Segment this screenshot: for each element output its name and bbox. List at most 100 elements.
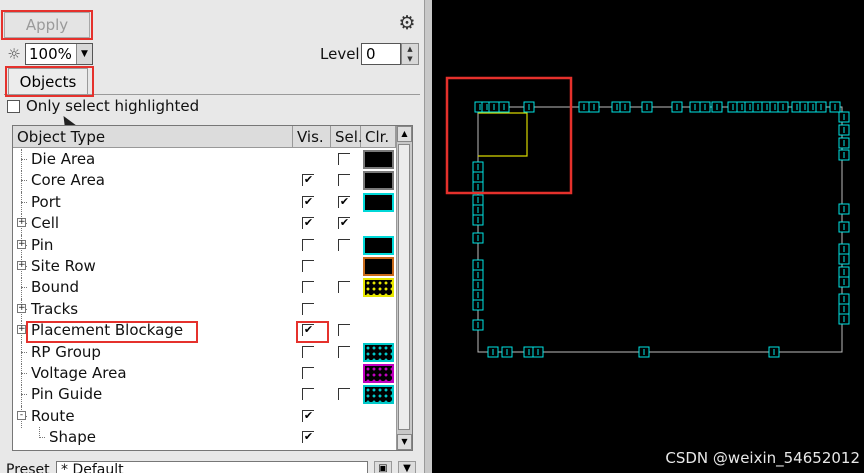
panel-splitter[interactable] [424,0,432,473]
brightness-icon: ☼ [7,45,21,63]
color-swatch[interactable] [363,171,394,191]
table-row[interactable]: Die Area [13,149,396,171]
only-select-highlighted-checkbox[interactable] [7,100,20,113]
preset-value: * Default [61,462,124,473]
spin-down-icon[interactable]: ▼ [402,54,418,64]
color-swatch[interactable] [363,235,394,255]
scroll-thumb[interactable] [398,144,410,430]
visible-checkbox[interactable]: ✔ [302,174,314,187]
color-swatch[interactable] [363,278,394,298]
color-swatch[interactable] [363,257,394,276]
selectable-checkbox[interactable]: ✔ [338,217,350,230]
expand-icon[interactable]: + [17,239,26,249]
table-row[interactable]: Pin Guide [13,384,396,407]
selectable-checkbox[interactable] [338,281,350,294]
color-swatch[interactable] [363,342,394,362]
table-row[interactable]: Voltage Area [13,363,396,385]
collapse-icon[interactable]: - [17,410,26,420]
tree-guide-line [21,191,22,214]
table-row[interactable]: - Route ✔ [13,405,396,428]
object-type-label: Port [31,192,61,211]
table-row[interactable]: Port ✔ ✔ [13,191,396,214]
apply-button[interactable]: Apply [4,12,90,38]
visible-checkbox[interactable]: ✔ [302,431,314,444]
tree-guide-line [21,201,27,203]
color-swatch[interactable] [363,385,394,405]
object-type-label: Route [31,406,75,425]
table-row[interactable]: + Tracks [13,298,396,321]
visible-checkbox[interactable] [302,260,314,272]
column-header-object-type[interactable]: Object Type [13,126,293,148]
object-type-label: Bound [31,278,80,297]
object-type-label: Shape [49,428,96,447]
expand-icon[interactable]: + [17,261,26,270]
expand-icon[interactable]: + [17,325,26,335]
layout-canvas[interactable]: CSDN @weixin_54652012 [432,0,864,473]
color-swatch[interactable] [363,364,394,383]
layer-panel: Apply ⚙ ☼ 100% ▼ Level 0 ▲ ▼ Objects Onl… [0,0,432,473]
tree-guide-line [21,149,22,171]
object-type-label: Pin Guide [31,385,103,404]
tree-guide-line [21,351,27,353]
tab-objects[interactable]: Objects [8,68,88,94]
table-row[interactable]: + Pin [13,234,396,257]
preset-select[interactable]: * Default [56,461,368,473]
visible-checkbox[interactable] [302,238,314,251]
tree-guide-line [21,159,27,160]
selectable-checkbox[interactable] [338,174,350,187]
visible-checkbox[interactable] [302,367,314,379]
selectable-checkbox[interactable] [338,324,350,337]
table-scrollbar[interactable]: ▲ ▼ [396,126,412,450]
zoom-select[interactable]: 100% ▼ [25,43,93,65]
selectable-checkbox[interactable] [338,345,350,358]
object-type-label: Placement Blockage [31,321,184,340]
spin-up-icon[interactable]: ▲ [402,44,418,54]
preset-menu-icon[interactable]: ▼ [398,461,416,473]
visible-checkbox[interactable]: ✔ [302,324,314,337]
visible-checkbox[interactable]: ✔ [302,409,314,422]
color-swatch[interactable] [363,192,394,212]
tree-guide-line [39,437,45,439]
selectable-checkbox[interactable] [338,388,350,401]
table-row[interactable]: Bound [13,277,396,300]
selectable-checkbox[interactable]: ✔ [338,195,350,208]
column-header-vis[interactable]: Vis. [293,126,331,148]
visible-checkbox[interactable]: ✔ [302,217,314,230]
visible-checkbox[interactable]: ✔ [302,195,314,208]
object-type-label: Die Area [31,150,96,168]
scroll-down-icon[interactable]: ▼ [397,434,412,450]
preset-label: Preset [6,462,50,473]
chevron-down-icon[interactable]: ▼ [76,44,92,64]
table-row[interactable]: + Site Row [13,256,396,278]
tree-guide-line [21,341,22,364]
object-type-label: Tracks [31,299,79,318]
tree-guide-line [21,180,27,182]
save-preset-icon[interactable]: ▣ [374,461,392,473]
color-swatch[interactable] [363,150,394,169]
column-header-clr[interactable]: Clr. [361,126,396,148]
expand-icon[interactable]: + [17,218,26,228]
table-row[interactable]: Core Area ✔ [13,170,396,193]
visible-checkbox[interactable] [302,281,314,294]
annotation-box-layout [445,76,573,195]
selectable-checkbox[interactable] [338,238,350,251]
visible-checkbox[interactable] [302,302,314,315]
expand-icon[interactable]: + [17,303,26,313]
level-spinner[interactable]: ▲ ▼ [401,43,419,65]
selectable-checkbox[interactable] [338,153,350,165]
column-header-sel[interactable]: Sel. [331,126,363,148]
object-type-table: Object Type Vis. Sel. Clr. Die Area Core … [12,125,413,451]
table-row[interactable]: + Cell ✔ ✔ [13,213,396,236]
object-type-label: Cell [31,214,60,233]
layout-view [445,76,850,358]
table-row[interactable]: RP Group [13,341,396,364]
level-input[interactable]: 0 [361,43,401,65]
visible-checkbox[interactable] [302,388,314,401]
table-row[interactable]: Shape ✔ [13,427,396,448]
level-label: Level [320,45,360,63]
scroll-up-icon[interactable]: ▲ [397,126,412,142]
tree-guide-line [21,394,27,396]
table-row[interactable]: + Placement Blockage ✔ [13,320,396,343]
visible-checkbox[interactable] [302,345,314,358]
gear-icon[interactable]: ⚙ [397,13,417,33]
